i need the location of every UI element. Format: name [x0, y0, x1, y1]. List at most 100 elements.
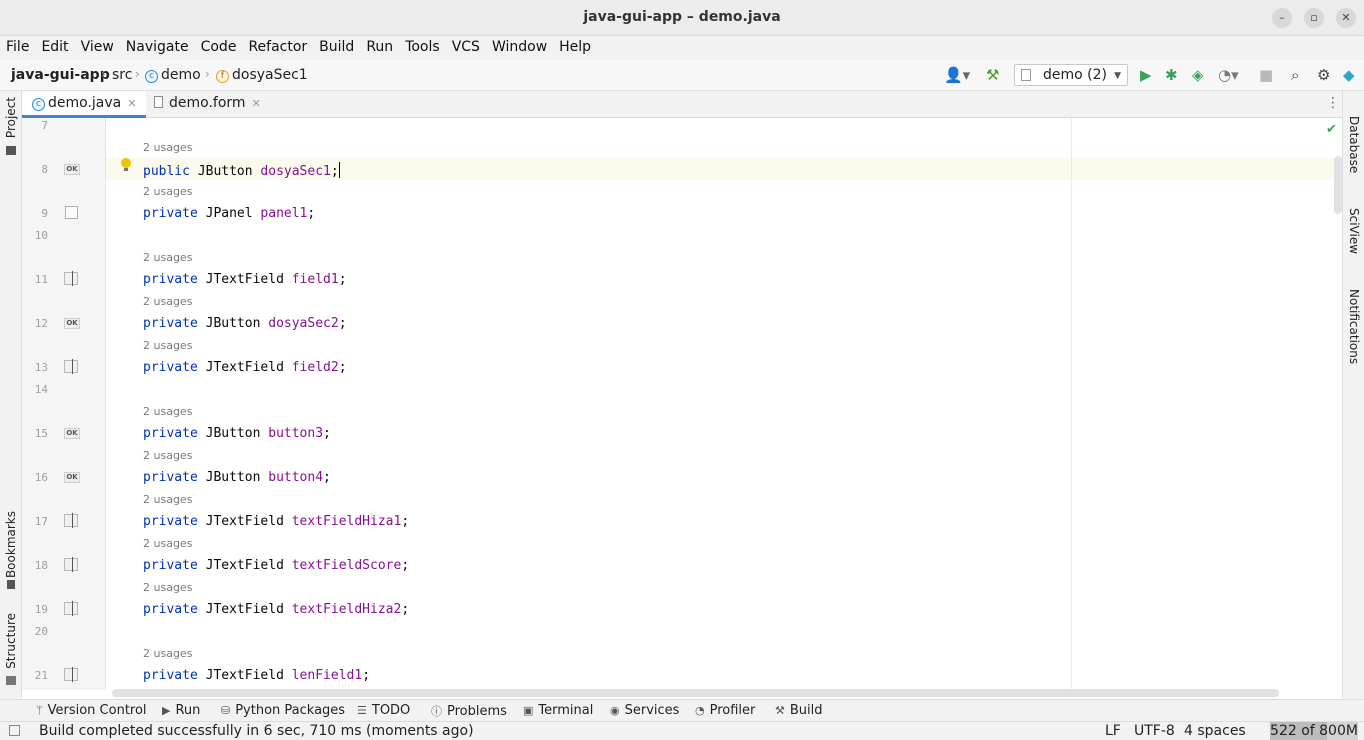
form-binding-ok-icon[interactable]: OK — [64, 472, 80, 483]
run-configuration-dropdown[interactable]: demo (2) ▼ — [1014, 64, 1128, 86]
breadcrumb-class[interactable]: c demo — [145, 67, 201, 83]
bookmarks-tool-button[interactable]: Bookmarks — [4, 511, 18, 578]
notifications-tool-button[interactable]: Notifications — [1347, 289, 1361, 364]
minimize-icon[interactable]: – — [1272, 8, 1292, 28]
run-icon[interactable]: ▶ — [1140, 66, 1152, 84]
menu-file[interactable]: File — [0, 36, 35, 55]
title-bar: java-gui-app – demo.java – ▫ ✕ — [0, 0, 1364, 36]
form-binding-ok-icon[interactable]: OK — [64, 318, 80, 329]
version-control-tool-button[interactable]: ᛘ Version Control — [36, 703, 147, 718]
menu-vcs[interactable]: VCS — [446, 36, 486, 55]
tab-demo-form[interactable]: demo.form ✕ — [146, 91, 272, 118]
database-tool-button[interactable]: Database — [1347, 116, 1361, 173]
form-binding-panel-icon[interactable] — [65, 206, 78, 219]
keyword: private — [143, 272, 198, 287]
more-icon[interactable]: ⋮ — [1326, 95, 1340, 111]
form-binding-textfield-icon[interactable] — [64, 667, 78, 682]
coverage-icon[interactable]: ◈ — [1192, 66, 1204, 84]
vertical-scrollbar[interactable] — [1334, 156, 1342, 214]
usages-hint[interactable]: 2 usages — [143, 493, 192, 506]
code-editor[interactable]: ✔ 2 usages public JButton dosyaSec1; 2 u… — [106, 118, 1342, 690]
form-binding-textfield-icon[interactable] — [64, 513, 78, 528]
usages-hint[interactable]: 2 usages — [143, 295, 192, 308]
menu-refactor[interactable]: Refactor — [242, 36, 313, 55]
sciview-tool-button[interactable]: SciView — [1347, 208, 1361, 254]
memory-indicator[interactable]: 522 of 800M — [1270, 722, 1358, 740]
form-binding-textfield-icon[interactable] — [64, 359, 78, 374]
usages-hint[interactable]: 2 usages — [143, 405, 192, 418]
usages-hint[interactable]: 2 usages — [143, 449, 192, 462]
line-separator-indicator[interactable]: LF — [1105, 723, 1121, 739]
project-tool-button[interactable]: Project — [4, 97, 18, 138]
todo-tool-button[interactable]: ☰ TODO — [357, 703, 410, 718]
menu-tools[interactable]: Tools — [399, 36, 446, 55]
maximize-icon[interactable]: ▫ — [1304, 8, 1324, 28]
usages-hint[interactable]: 2 usages — [143, 251, 192, 264]
horizontal-scrollbar[interactable] — [112, 689, 1279, 697]
breadcrumb-folder[interactable]: src — [112, 67, 132, 83]
usages-hint[interactable]: 2 usages — [143, 141, 192, 154]
tab-demo-java[interactable]: c demo.java ✕ — [22, 91, 146, 118]
run-tool-button[interactable]: ▶ Run — [162, 703, 200, 718]
form-binding-ok-icon[interactable]: OK — [64, 428, 80, 439]
close-icon[interactable]: ✕ — [127, 97, 136, 110]
branch-icon: ᛘ — [36, 704, 43, 717]
close-icon[interactable]: ✕ — [1336, 8, 1356, 28]
form-binding-textfield-icon[interactable] — [64, 601, 78, 616]
line-number: 8 — [41, 163, 48, 176]
search-icon[interactable]: ⌕ — [1291, 66, 1299, 84]
structure-tool-button[interactable]: Structure — [4, 613, 18, 669]
tool-label: Services — [624, 703, 680, 718]
menu-help[interactable]: Help — [553, 36, 597, 55]
menu-view[interactable]: View — [75, 36, 120, 55]
menu-build[interactable]: Build — [313, 36, 360, 55]
code-line: private JButton dosyaSec2; — [143, 316, 347, 331]
breadcrumb-field[interactable]: f dosyaSec1 — [216, 67, 308, 83]
breadcrumb-project[interactable]: java-gui-app — [11, 67, 110, 83]
hammer-icon[interactable]: ⚒ — [986, 66, 999, 84]
form-binding-textfield-icon[interactable] — [64, 557, 78, 572]
lightbulb-icon[interactable] — [121, 158, 131, 171]
menu-run[interactable]: Run — [360, 36, 399, 55]
code-line: public JButton dosyaSec1; — [143, 162, 340, 179]
keyword: private — [143, 470, 198, 485]
terminal-tool-button[interactable]: ▣ Terminal — [523, 703, 593, 718]
usages-hint[interactable]: 2 usages — [143, 581, 192, 594]
menu-edit[interactable]: Edit — [35, 36, 74, 55]
usages-hint[interactable]: 2 usages — [143, 537, 192, 550]
usages-hint[interactable]: 2 usages — [143, 339, 192, 352]
encoding-indicator[interactable]: UTF-8 — [1134, 723, 1175, 739]
menu-navigate[interactable]: Navigate — [120, 36, 195, 55]
panel-toggle-icon[interactable] — [9, 725, 20, 736]
breadcrumb-separator: › — [101, 67, 106, 81]
services-tool-button[interactable]: ◉ Services — [610, 703, 679, 718]
class-icon: c — [32, 98, 45, 111]
type-name: JButton — [205, 470, 261, 485]
gear-icon[interactable]: ⚙ — [1317, 66, 1330, 84]
stop-icon[interactable]: ■ — [1259, 66, 1273, 84]
build-tool-button[interactable]: ⚒ Build — [775, 703, 823, 718]
menu-code[interactable]: Code — [195, 36, 243, 55]
problems-tool-button[interactable]: ⓘ Problems — [431, 703, 507, 719]
line-number: 13 — [34, 361, 48, 374]
python-packages-tool-button[interactable]: ⛁ Python Packages — [221, 703, 345, 718]
field-icon: f — [216, 70, 229, 83]
debug-icon[interactable]: ✱ — [1165, 66, 1178, 84]
indent-indicator[interactable]: 4 spaces — [1184, 723, 1246, 739]
field-name: textFieldHiza2 — [291, 602, 402, 617]
usages-hint[interactable]: 2 usages — [143, 185, 192, 198]
usages-hint[interactable]: 2 usages — [143, 647, 192, 660]
close-icon[interactable]: ✕ — [252, 97, 261, 110]
menu-window[interactable]: Window — [486, 36, 553, 55]
hammer-icon: ⚒ — [775, 704, 785, 717]
editor-gutter: 7 8 OK 9 10 11 12 OK 13 14 15 OK 16 OK 1… — [22, 118, 106, 690]
profile-icon[interactable]: ◔▾ — [1218, 66, 1239, 84]
form-binding-ok-icon[interactable]: OK — [64, 164, 80, 175]
user-icon[interactable]: 👤▾ — [944, 66, 970, 84]
toolbox-icon[interactable]: ◆ — [1343, 66, 1355, 84]
form-binding-textfield-icon[interactable] — [64, 271, 78, 286]
type-name: JPanel — [205, 206, 253, 221]
profiler-tool-button[interactable]: ◔ Profiler — [695, 703, 755, 718]
keyword: private — [143, 316, 198, 331]
status-message[interactable]: Build completed successfully in 6 sec, 7… — [39, 723, 474, 739]
